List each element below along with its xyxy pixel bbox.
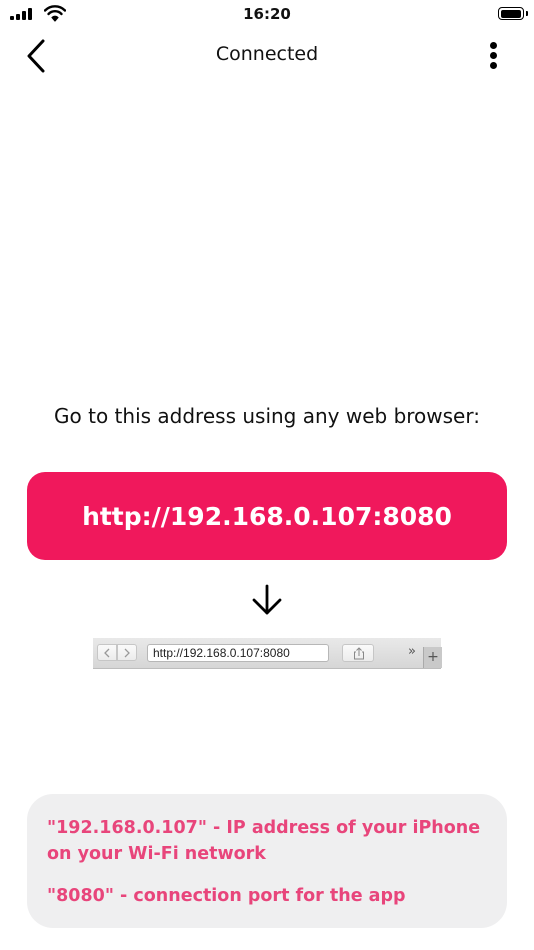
server-address-button[interactable]: http://192.168.0.107:8080 (27, 472, 507, 560)
instruction-text: Go to this address using any web browser… (54, 404, 480, 428)
browser-share-icon (342, 644, 374, 662)
server-address-label: http://192.168.0.107:8080 (82, 501, 452, 531)
browser-url-field: http://192.168.0.107:8080 (147, 644, 329, 662)
battery-icon (498, 7, 528, 20)
browser-bar-illustration: http://192.168.0.107:8080 » + (93, 638, 442, 669)
browser-forward-icon (117, 644, 137, 661)
status-bar: 16:20 (0, 0, 534, 28)
browser-new-tab-icon: + (423, 647, 442, 668)
navigation-bar: Connected (0, 28, 534, 82)
info-card: "192.168.0.107" - IP address of your iPh… (27, 794, 507, 928)
browser-back-icon (97, 644, 117, 661)
arrow-down-icon (252, 584, 282, 615)
status-time: 16:20 (243, 5, 291, 23)
more-options-button[interactable] (484, 38, 504, 78)
page-title: Connected (215, 43, 319, 65)
chevron-left-icon (27, 39, 45, 73)
back-button[interactable] (18, 36, 58, 76)
port-note: "8080" - connection port for the app (47, 886, 406, 906)
ip-address-note: "192.168.0.107" - IP address of your iPh… (47, 818, 481, 864)
browser-overflow-icon: » (408, 644, 416, 659)
